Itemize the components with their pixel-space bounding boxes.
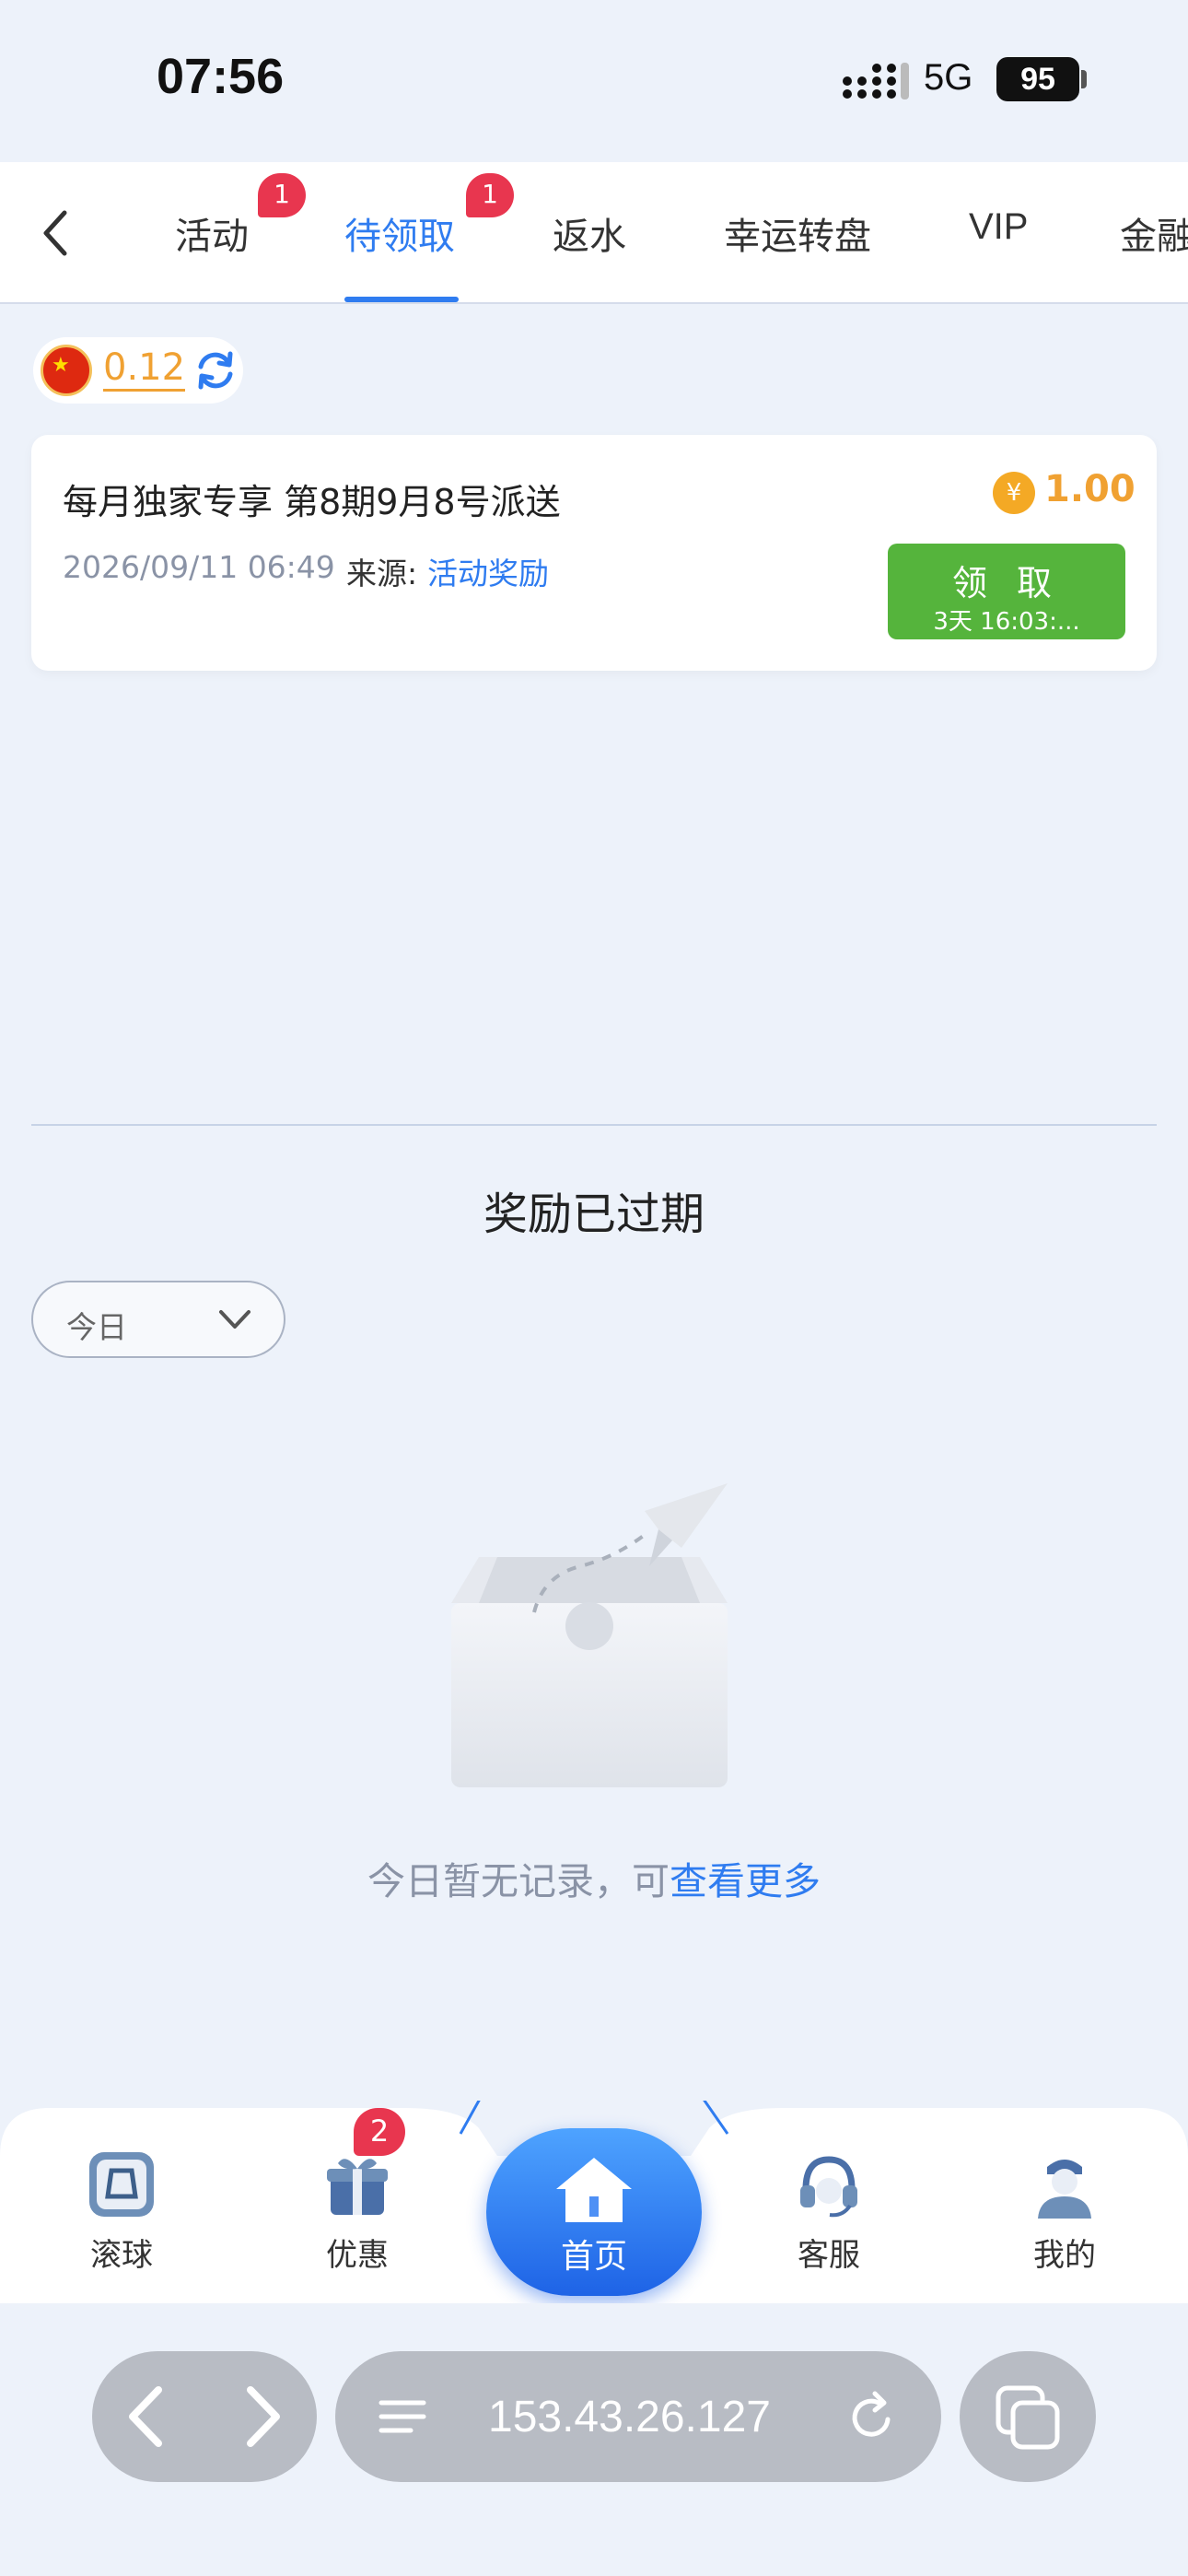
- nav-promotions[interactable]: 优惠: [293, 2149, 422, 2275]
- browser-tabs-button[interactable]: [960, 2351, 1096, 2482]
- reward-source-value: 活动奖励: [427, 556, 549, 591]
- nav-customer-service-label: 客服: [798, 2237, 860, 2274]
- coin-icon: ¥: [993, 472, 1035, 514]
- reward-source-label: 来源:: [346, 556, 418, 591]
- reward-amount: 1.00: [1044, 468, 1136, 510]
- tab-pending[interactable]: 待领取: [344, 206, 455, 260]
- nav-live-ball[interactable]: 滚球: [57, 2149, 186, 2275]
- menu-icon[interactable]: [378, 2397, 427, 2436]
- browser-back-button[interactable]: [129, 2386, 162, 2447]
- chevron-down-icon: [219, 1310, 250, 1329]
- balance-value: 0.12: [103, 346, 186, 392]
- chevron-left-icon: [43, 210, 67, 256]
- tab-activity[interactable]: 活动: [175, 206, 249, 260]
- browser-toolbar: 153.43.26.127: [0, 2303, 1188, 2576]
- claim-countdown: 3天 16:03:...: [933, 608, 1080, 636]
- tab-pending-badge: 1: [466, 173, 514, 217]
- browser-address-bar[interactable]: 153.43.26.127: [335, 2351, 941, 2482]
- nav-customer-service[interactable]: 客服: [764, 2149, 893, 2275]
- claim-button[interactable]: 领 取 3天 16:03:...: [888, 544, 1125, 639]
- reload-icon[interactable]: [847, 2390, 899, 2443]
- section-divider: [31, 1124, 1157, 1126]
- category-tab-bar: 活动 1 待领取 1 返水 幸运转盘 VIP 金融: [0, 162, 1188, 304]
- nav-live-ball-label: 滚球: [90, 2237, 153, 2274]
- tab-finance[interactable]: 金融: [1120, 206, 1188, 260]
- nav-profile[interactable]: 我的: [1000, 2149, 1129, 2275]
- empty-message: 今日暂无记录，可: [367, 1859, 670, 1903]
- back-button[interactable]: [28, 203, 83, 263]
- reward-date: 2026/09/11 06:49: [63, 549, 335, 585]
- home-icon: [556, 2158, 632, 2222]
- expired-section-title: 奖励已过期: [483, 1188, 705, 1240]
- date-filter-dropdown[interactable]: 今日: [31, 1281, 285, 1358]
- battery-tip: [1081, 70, 1087, 88]
- reward-title: 每月独家专享 第8期9月8号派送: [63, 482, 561, 522]
- status-bar: 07:56 5G 95: [0, 0, 1188, 162]
- balance-pill: ★ 0.12: [33, 337, 243, 404]
- live-ball-icon: [89, 2152, 154, 2217]
- nav-home-button[interactable]: 首页: [486, 2128, 702, 2296]
- headset-icon: [800, 2156, 857, 2218]
- view-more-link[interactable]: 查看更多: [670, 1859, 821, 1903]
- browser-forward-button[interactable]: [247, 2386, 280, 2447]
- tab-rebate[interactable]: 返水: [553, 206, 626, 260]
- nav-home-label: 首页: [560, 2238, 627, 2276]
- tab-lucky-wheel[interactable]: 幸运转盘: [724, 206, 871, 260]
- network-type: 5G: [924, 57, 973, 98]
- date-filter-value: 今日: [66, 1309, 127, 1345]
- active-tab-indicator: [344, 297, 459, 302]
- battery-indicator: 95: [996, 57, 1079, 101]
- tab-activity-badge: 1: [258, 173, 306, 217]
- nav-profile-label: 我的: [1033, 2237, 1096, 2274]
- tab-vip[interactable]: VIP: [969, 206, 1028, 248]
- refresh-icon[interactable]: [192, 346, 239, 394]
- china-flag-icon: ★: [41, 345, 92, 396]
- status-time: 07:56: [157, 49, 285, 104]
- reward-card: 每月独家专享 第8期9月8号派送 2026/09/11 06:49 来源: 活动…: [31, 435, 1157, 671]
- gift-box-icon: [327, 2159, 388, 2215]
- avatar-icon: [1038, 2160, 1091, 2219]
- browser-history-controls: [92, 2351, 317, 2482]
- empty-box-icon: [451, 1483, 728, 1787]
- claim-label: 领 取: [951, 563, 1062, 603]
- tabs-icon: [996, 2385, 1060, 2450]
- promotions-badge: 2: [354, 2108, 405, 2156]
- empty-state-text: 今日暂无记录，可查看更多: [0, 1850, 1188, 1905]
- signal-icon: [843, 63, 909, 100]
- browser-url: 153.43.26.127: [488, 2393, 771, 2441]
- nav-promotions-label: 优惠: [326, 2237, 389, 2274]
